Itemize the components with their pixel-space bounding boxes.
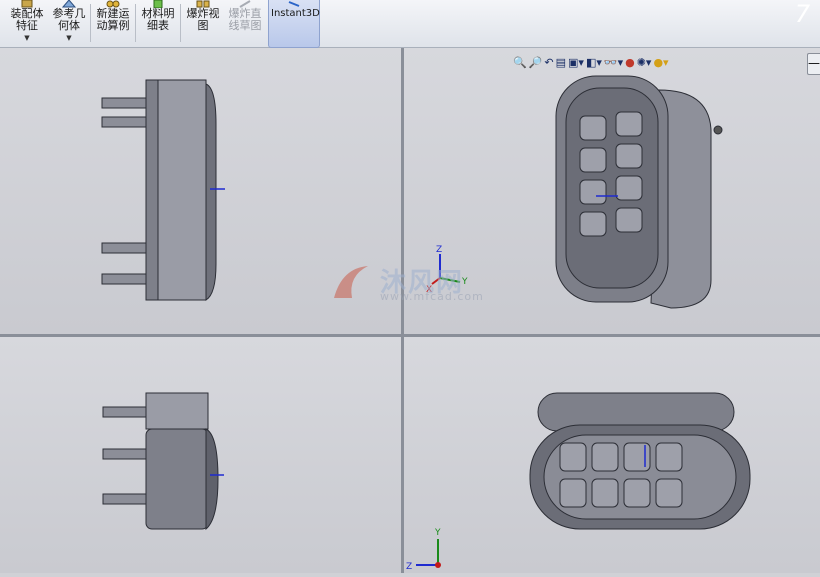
heads-up-view-toolbar: 🔍 🔎 ↶ ▤ ▣▾ ◧▾ 👓▾ ● ✺▾ ●▾ — [513, 55, 669, 71]
reference-geometry-button[interactable]: 参考几 何体 ▼ — [48, 0, 90, 47]
model-top-view — [529, 392, 751, 530]
previous-view-icon[interactable]: ↶ — [544, 55, 553, 71]
instant3d-label: Instant3D — [271, 8, 320, 19]
ribbon-separator — [90, 4, 91, 42]
view-orientation-icon[interactable]: ▣▾ — [568, 55, 584, 71]
new-motion-study-label: 新建运 动算例 — [96, 7, 130, 32]
chevron-down-icon[interactable]: ▼ — [48, 32, 90, 44]
ribbon-separator — [135, 4, 136, 42]
watermark-url: www.mfcad.com — [380, 290, 484, 303]
triad-z-label: Z — [406, 562, 412, 572]
chevron-down-icon[interactable]: ▼ — [6, 32, 48, 44]
ribbon-corner-decoration: 7 — [794, 0, 811, 28]
exploded-view-label: 爆炸视 图 — [186, 7, 220, 32]
triad-z-label: Z — [436, 245, 442, 255]
viewport-top[interactable]: Y Z — [404, 337, 820, 573]
section-view-icon[interactable]: ▤ — [556, 55, 566, 71]
viewport-splitter-vertical[interactable] — [401, 48, 404, 573]
exploded-view-button[interactable]: 爆炸视 图 — [182, 0, 224, 47]
edit-appearance-icon[interactable]: ● — [625, 55, 635, 71]
assembly-feature-label: 装配体 特征 — [10, 7, 44, 32]
apply-scene-icon[interactable]: ✺▾ — [637, 55, 652, 71]
zoom-to-fit-icon[interactable]: 🔍 — [513, 55, 527, 71]
bill-of-materials-button[interactable]: 材料明 细表 — [137, 0, 179, 47]
display-style-icon[interactable]: ◧▾ — [586, 55, 602, 71]
coordinate-triad-top: Y Z — [406, 528, 441, 572]
instant3d-icon — [288, 1, 300, 7]
ribbon-separator — [180, 4, 181, 42]
explode-line-sketch-label: 爆炸直 线草图 — [228, 7, 262, 32]
view-settings-icon[interactable]: ●▾ — [653, 55, 668, 71]
zoom-to-area-icon[interactable]: 🔎 — [529, 55, 543, 71]
collapse-button[interactable]: — — [807, 53, 820, 75]
viewport-side[interactable] — [0, 337, 401, 573]
bill-of-materials-label: 材料明 细表 — [141, 7, 175, 32]
instant3d-button[interactable]: Instant3D — [268, 0, 320, 48]
explode-line-sketch-button[interactable]: 爆炸直 线草图 — [224, 0, 266, 47]
command-manager-ribbon: 装配体 特征 ▼ 参考几 何体 ▼ 新建运 动算例 材料明 细表 爆炸视 图 爆… — [0, 0, 820, 48]
new-motion-study-button[interactable]: 新建运 动算例 — [92, 0, 134, 47]
watermark-logo-icon — [334, 266, 368, 298]
triad-y-label: Y — [434, 528, 441, 538]
watermark: 沐风网 www.mfcad.com — [330, 262, 500, 304]
viewport-splitter-horizontal[interactable] — [0, 334, 820, 337]
reference-geometry-label: 参考几 何体 — [52, 7, 86, 32]
hide-show-items-icon[interactable]: 👓▾ — [604, 55, 623, 71]
model-side-view — [102, 392, 224, 531]
assembly-feature-button[interactable]: 装配体 特征 ▼ — [6, 0, 48, 47]
